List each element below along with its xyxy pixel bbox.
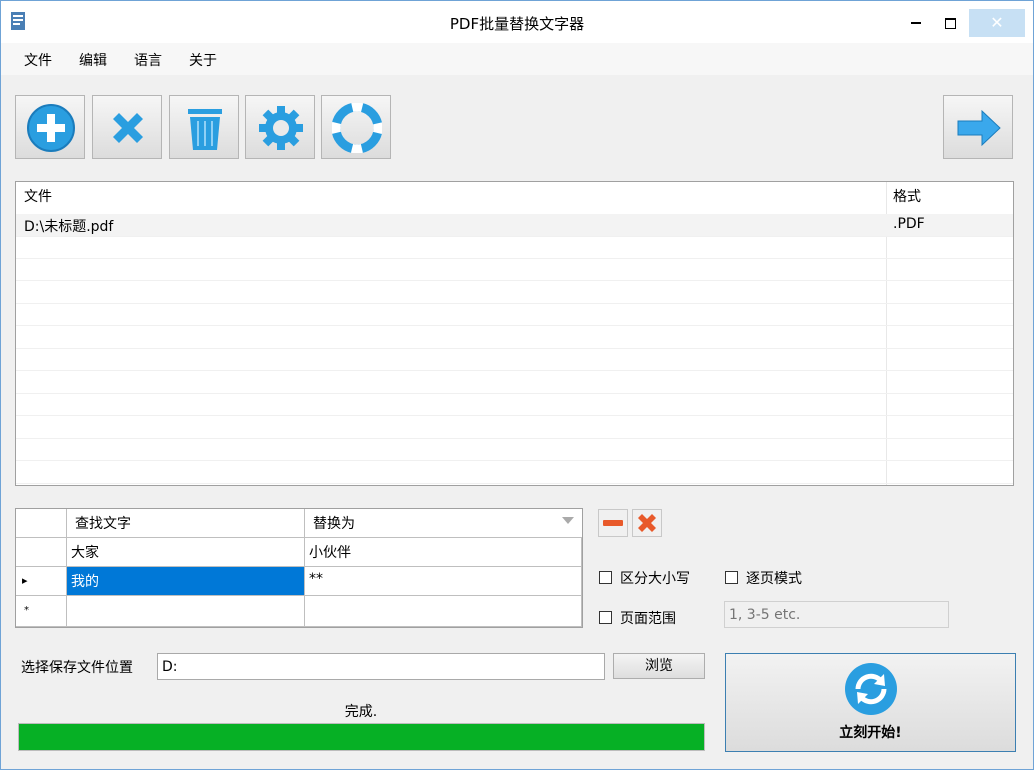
file-path: D:\未标题.pdf [24, 219, 114, 235]
progress-fill [19, 724, 704, 750]
find-cell[interactable]: 大家 [67, 538, 305, 567]
save-location-label: 选择保存文件位置 [21, 660, 133, 676]
empty-row [16, 438, 1013, 461]
find-column-header[interactable]: 查找文字 [67, 509, 305, 538]
replace-cell[interactable]: 小伙伴 [305, 538, 582, 567]
page-by-page-checkbox[interactable] [725, 571, 738, 584]
x-mark-icon [638, 514, 656, 532]
settings-icon [259, 106, 303, 150]
empty-row [16, 371, 1013, 394]
file-row[interactable]: D:\未标题.pdf .PDF [16, 214, 1013, 237]
menu-bar: 文件 编辑 语言 关于 [1, 43, 1033, 75]
replace-cell-new[interactable] [305, 596, 582, 627]
clear-rows-button[interactable] [632, 509, 662, 537]
empty-row [16, 348, 1013, 371]
empty-row [16, 258, 1013, 281]
file-list[interactable]: 文件 格式 D:\未标题.pdf .PDF [15, 181, 1014, 486]
menu-about[interactable]: 关于 [189, 50, 217, 70]
replace-header-label: 替换为 [313, 516, 355, 532]
close-icon: ✕ [990, 13, 1004, 32]
help-button[interactable] [321, 95, 391, 159]
status-text: 完成. [344, 704, 378, 720]
progress-bar [18, 723, 705, 751]
add-file-button[interactable] [15, 95, 85, 159]
page-range-input[interactable] [724, 601, 949, 628]
row-header-new[interactable]: * [16, 596, 67, 627]
replace-cell[interactable]: ** [305, 567, 582, 596]
maximize-icon [944, 17, 956, 29]
save-location-input[interactable] [157, 653, 605, 680]
browse-button[interactable]: 浏览 [613, 653, 705, 679]
row-header-current[interactable]: ▸ [16, 567, 67, 596]
menu-edit[interactable]: 编辑 [79, 50, 107, 70]
remove-file-button[interactable] [92, 95, 162, 159]
window-title: PDF批量替换文字器 [449, 15, 585, 33]
next-step-button[interactable] [943, 95, 1013, 159]
menu-language[interactable]: 语言 [134, 50, 162, 70]
add-icon [27, 104, 75, 152]
empty-row [16, 393, 1013, 416]
minimize-button[interactable] [899, 9, 933, 37]
refresh-icon [845, 663, 897, 715]
help-lifebuoy-icon [332, 103, 382, 153]
file-format: .PDF [893, 216, 925, 232]
case-sensitive-label: 区分大小写 [620, 571, 690, 587]
page-by-page-label: 逐页模式 [746, 571, 802, 587]
sort-arrow-icon [562, 517, 574, 524]
close-button[interactable]: ✕ [969, 9, 1025, 37]
empty-row [16, 326, 1013, 349]
remove-row-button[interactable] [598, 509, 628, 537]
replace-column-header[interactable]: 替换为 [305, 509, 582, 538]
start-button[interactable]: 立刻开始! [725, 653, 1016, 752]
arrow-right-icon [957, 109, 1001, 147]
find-cell-new[interactable] [67, 596, 305, 627]
page-range-label: 页面范围 [620, 611, 676, 627]
remove-icon [113, 113, 143, 143]
settings-button[interactable] [245, 95, 315, 159]
empty-row [16, 461, 1013, 484]
format-column-header[interactable]: 格式 [893, 186, 921, 206]
file-column-header[interactable]: 文件 [24, 186, 52, 206]
empty-row [16, 236, 1013, 259]
minus-icon [603, 520, 623, 526]
maximize-button[interactable] [933, 9, 967, 37]
replace-grid[interactable]: 查找文字 替换为 大家 小伙伴 ▸ 我的 ** * [15, 508, 583, 628]
case-sensitive-checkbox[interactable] [599, 571, 612, 584]
empty-row [16, 281, 1013, 304]
clear-list-button[interactable] [169, 95, 239, 159]
title-bar: PDF批量替换文字器 ✕ [1, 1, 1033, 43]
minimize-icon [911, 22, 921, 24]
grid-corner [16, 509, 67, 538]
page-range-checkbox[interactable] [599, 611, 612, 624]
menu-file[interactable]: 文件 [24, 50, 52, 70]
find-cell-selected[interactable]: 我的 [67, 567, 305, 596]
app-window: PDF批量替换文字器 ✕ 文件 编辑 语言 关于 文件 格式 D:\未标题.pd… [0, 0, 1034, 770]
empty-row [16, 416, 1013, 439]
empty-row [16, 303, 1013, 326]
start-button-label: 立刻开始! [839, 725, 902, 741]
row-header[interactable] [16, 538, 67, 567]
trash-icon [188, 109, 222, 150]
